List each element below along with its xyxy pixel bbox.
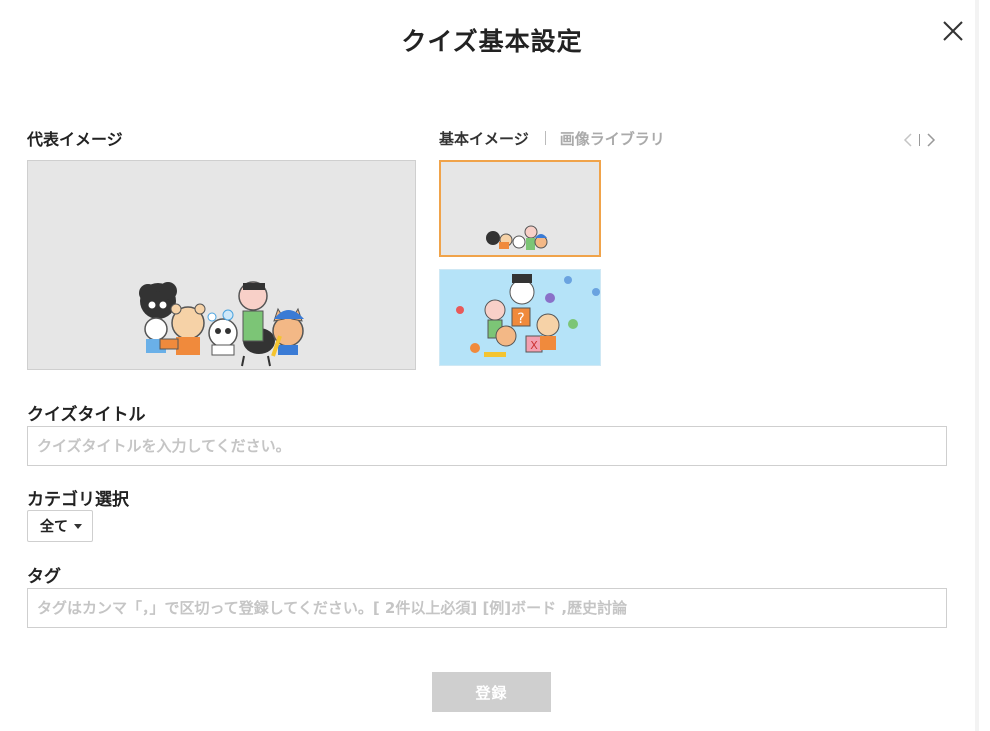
chevron-right-icon[interactable] (926, 133, 936, 147)
quiz-title-label: クイズタイトル (27, 405, 146, 425)
characters-illustration (139, 281, 304, 367)
chevron-left-icon[interactable] (903, 133, 913, 147)
category-select[interactable]: 全て (27, 510, 93, 542)
close-button[interactable] (939, 17, 967, 45)
thumbnail-basic-2[interactable]: ? X (439, 269, 601, 366)
category-selected-value: 全て (40, 519, 68, 535)
caret-down-icon (74, 523, 82, 529)
close-icon (943, 21, 963, 41)
representative-image-label: 代表イメージ (27, 130, 123, 149)
pager-divider (919, 134, 920, 146)
image-tabs: 基本イメージ 画像ライブラリ (439, 128, 665, 148)
register-button[interactable]: 登録 (432, 672, 551, 712)
tab-image-library[interactable]: 画像ライブラリ (560, 128, 665, 149)
representative-image-preview (27, 160, 416, 370)
tab-basic-image[interactable]: 基本イメージ (439, 128, 529, 149)
thumbnail-illustration: ? X (456, 274, 600, 357)
quiz-title-input[interactable] (27, 426, 947, 466)
thumbnail-illustration (486, 225, 548, 250)
category-label: カテゴリ選択 (27, 490, 129, 510)
scrollbar[interactable] (975, 0, 979, 731)
tab-divider (544, 131, 546, 145)
tags-label: タグ (27, 567, 61, 587)
dialog-title: クイズ基本設定 (401, 27, 583, 56)
tags-input[interactable] (27, 588, 947, 628)
svg-text:?: ? (517, 311, 524, 327)
thumbnail-basic-1[interactable] (439, 160, 601, 257)
thumbnail-pager (903, 133, 936, 147)
svg-text:X: X (530, 339, 538, 352)
